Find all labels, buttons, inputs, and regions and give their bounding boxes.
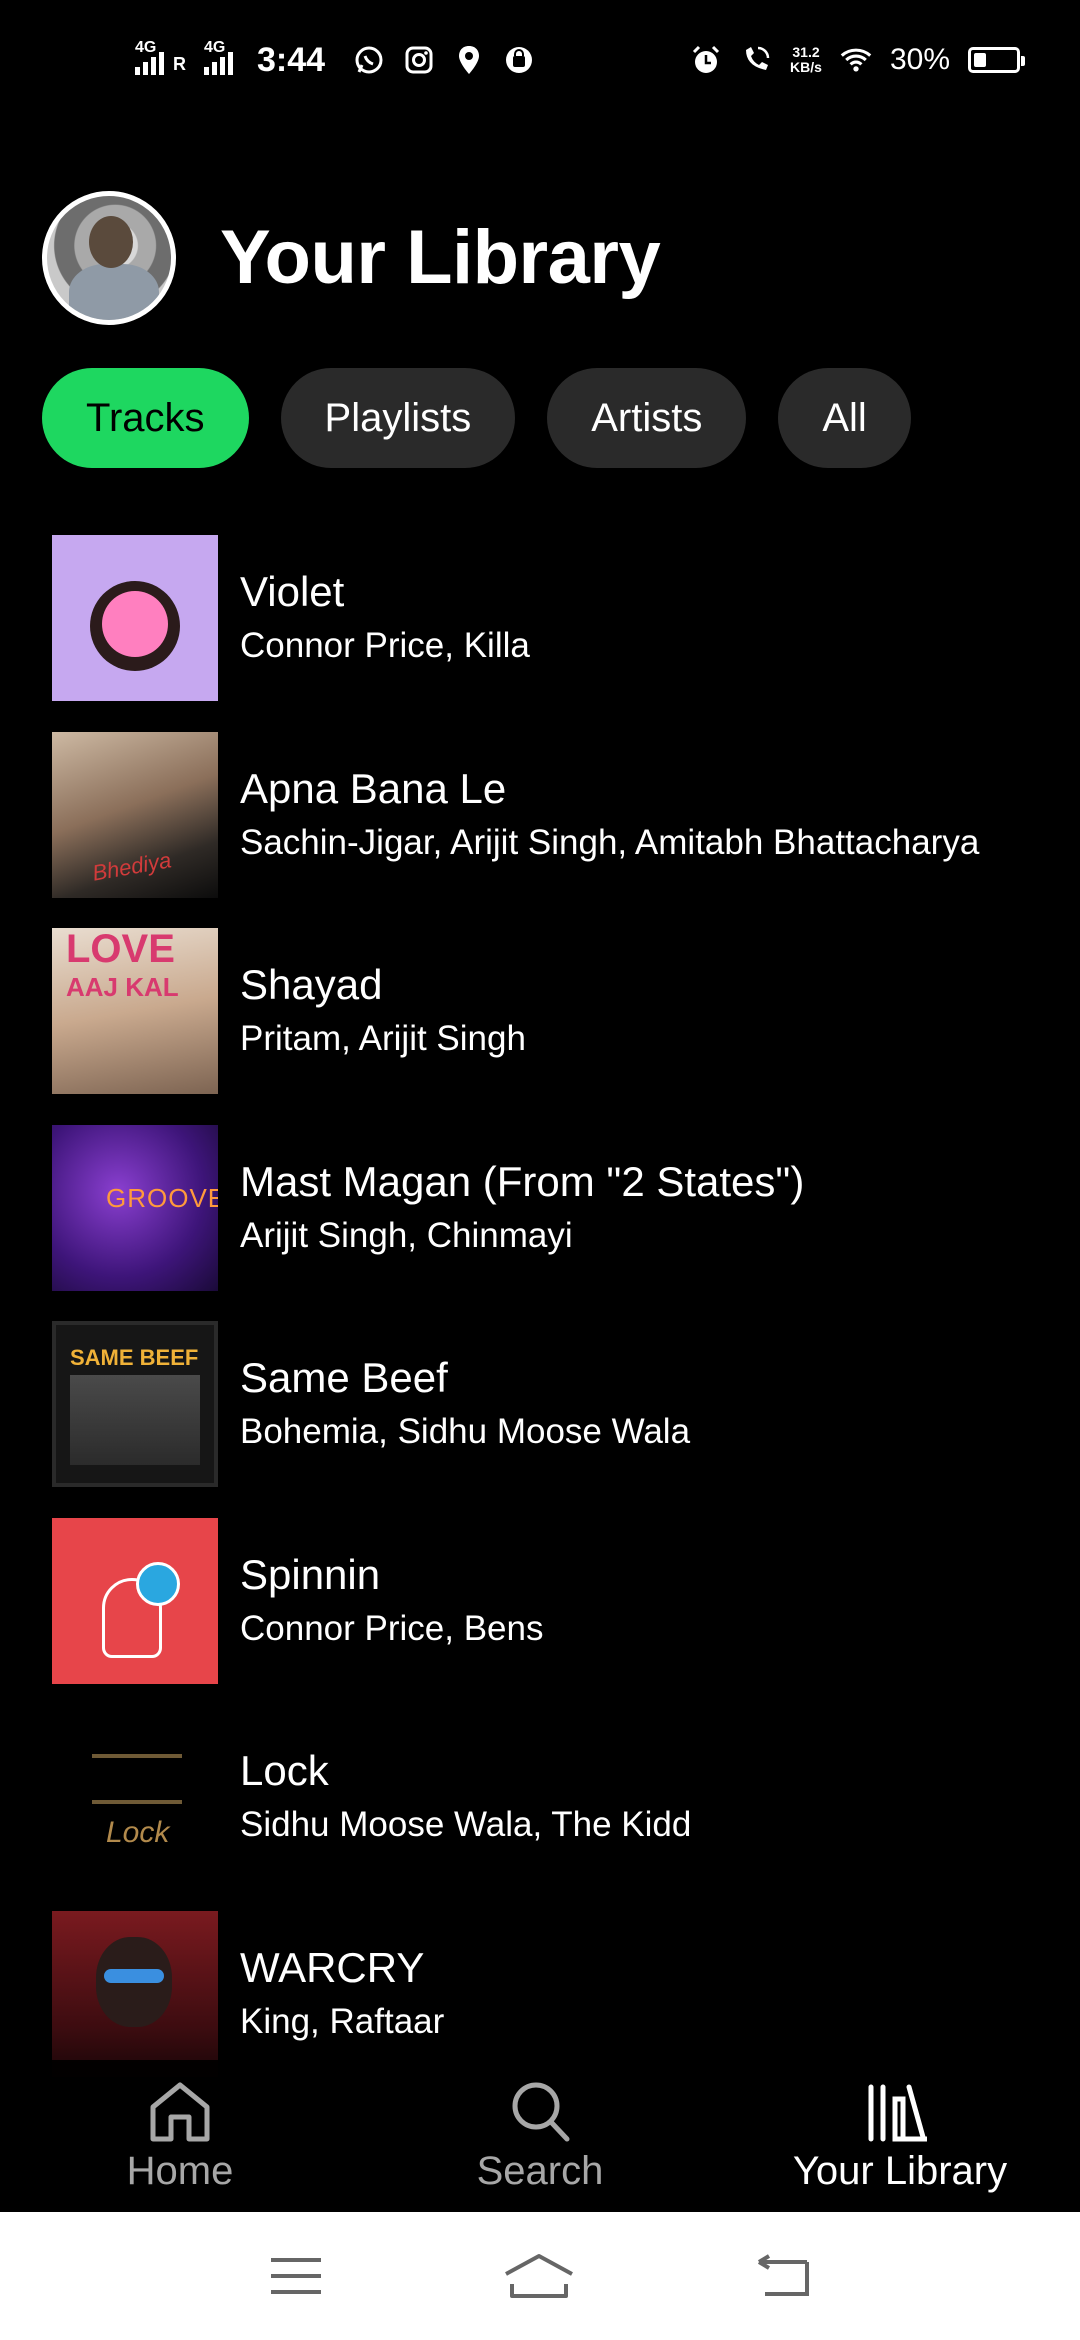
track-title: Same Beef — [240, 1354, 448, 1402]
filter-chip-tracks[interactable]: Tracks — [42, 368, 249, 468]
track-row[interactable]: Violet Connor Price, Killa — [52, 520, 1052, 717]
track-artists: Sachin-Jigar, Arijit Singh, Amitabh Bhat… — [240, 822, 980, 862]
track-title: Spinnin — [240, 1550, 381, 1598]
library-header: Your Library — [42, 190, 661, 325]
track-artists: Arijit Singh, Chinmayi — [240, 1215, 573, 1255]
nav-search-label: Search — [476, 2148, 604, 2193]
album-art — [52, 535, 218, 702]
album-art: SAME BEEF — [52, 1321, 218, 1488]
clock: 3:44 — [257, 40, 326, 79]
track-artists: Pritam, Arijit Singh — [240, 1019, 526, 1059]
track-row[interactable]: Lock Lock Sidhu Moose Wala, The Kidd — [52, 1699, 1052, 1896]
status-bar: 4G R 4G 3:44 31.2 KB/s 30% — [0, 0, 1080, 120]
track-list: Violet Connor Price, Killa Bhediya Apna … — [52, 520, 1052, 2092]
roaming-indicator: R — [173, 54, 186, 74]
signal-icon-1: 4G R — [135, 39, 186, 75]
alarm-icon — [690, 44, 722, 76]
filter-chip-artists[interactable]: Artists — [547, 368, 747, 468]
network-type-2: 4G — [204, 39, 226, 56]
filter-chip-all[interactable]: All — [778, 368, 911, 468]
nav-your-library-label: Your Library — [792, 2148, 1008, 2193]
nav-your-library[interactable]: Your Library — [740, 2079, 1060, 2194]
album-art: GROOVE — [52, 1124, 218, 1291]
track-title: Mast Magan (From "2 States") — [240, 1157, 805, 1205]
network-speed: 31.2 KB/s — [790, 44, 822, 75]
track-artists: Connor Price, Killa — [240, 626, 530, 666]
battery-percent: 30% — [889, 43, 950, 76]
album-art: Lock — [52, 1714, 218, 1881]
network-type-1: 4G — [135, 39, 157, 56]
track-artists: Bohemia, Sidhu Moose Wala — [240, 1412, 691, 1452]
track-row[interactable]: Bhediya Apna Bana Le Sachin-Jigar, Ariji… — [52, 717, 1052, 914]
instagram-icon — [403, 44, 435, 76]
track-artists: King, Raftaar — [240, 2001, 445, 2041]
track-title: Shayad — [240, 961, 383, 1009]
profile-avatar[interactable] — [42, 190, 176, 325]
track-row[interactable]: LOVE AAJ KAL Shayad Pritam, Arijit Singh — [52, 913, 1052, 1110]
status-left: 4G R 4G 3:44 — [135, 39, 535, 80]
nav-home[interactable]: Home — [20, 2079, 340, 2194]
track-title: Apna Bana Le — [240, 764, 507, 812]
menu-icon[interactable] — [269, 2256, 323, 2296]
track-row[interactable]: Spinnin Connor Price, Bens — [52, 1503, 1052, 1700]
back-icon[interactable] — [755, 2254, 811, 2298]
nav-home-label: Home — [126, 2148, 234, 2193]
album-art: Bhediya — [52, 731, 218, 898]
home-button-icon[interactable] — [502, 2252, 576, 2300]
whatsapp-icon — [353, 44, 385, 76]
album-art: LOVE AAJ KAL — [52, 928, 218, 1095]
shopping-bag-icon — [503, 44, 535, 76]
track-row[interactable]: GROOVE Mast Magan (From "2 States") Arij… — [52, 1110, 1052, 1307]
filter-chip-playlists[interactable]: Playlists — [280, 368, 516, 468]
location-icon — [453, 44, 485, 76]
track-row[interactable]: SAME BEEF Same Beef Bohemia, Sidhu Moose… — [52, 1306, 1052, 1503]
library-icon — [868, 2084, 927, 2141]
wifi-calling-icon — [740, 44, 772, 76]
system-nav-bar — [0, 2212, 1080, 2340]
bottom-nav: Home Search Your Library — [0, 2060, 1080, 2212]
signal-icon-2: 4G — [204, 39, 233, 75]
album-art — [52, 1910, 218, 2077]
track-title: WARCRY — [240, 1943, 425, 1991]
status-right: 31.2 KB/s 30% — [690, 43, 1025, 77]
search-icon — [512, 2082, 570, 2141]
track-title: Lock — [240, 1747, 329, 1795]
nav-search[interactable]: Search — [380, 2079, 700, 2194]
home-icon — [150, 2082, 210, 2141]
track-artists: Sidhu Moose Wala, The Kidd — [240, 1805, 692, 1845]
track-artists: Connor Price, Bens — [240, 1608, 544, 1648]
page-title: Your Library — [220, 215, 661, 300]
wifi-icon — [840, 44, 872, 76]
track-title: Violet — [240, 568, 345, 616]
album-art — [52, 1517, 218, 1684]
battery-icon — [968, 47, 1025, 73]
filter-chips: Tracks Playlists Artists All — [42, 368, 911, 468]
